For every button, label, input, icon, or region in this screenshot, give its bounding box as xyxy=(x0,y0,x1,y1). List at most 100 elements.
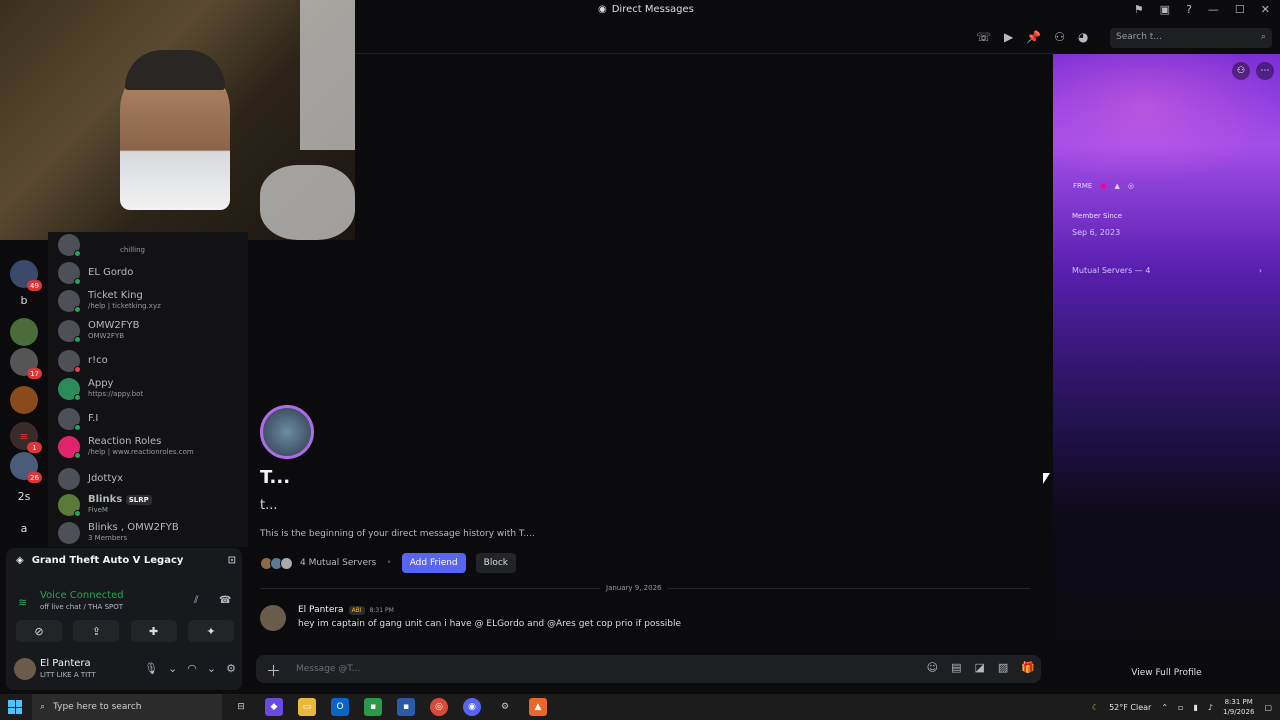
server-icon[interactable]: a xyxy=(10,514,38,542)
dm-list-item[interactable]: Ticket King/help | ticketking.xyz xyxy=(58,290,243,320)
mutual-server-avatars xyxy=(260,556,293,570)
chevron-down-icon[interactable]: ⌄ xyxy=(168,662,177,675)
member-since-label: Member Since xyxy=(1072,212,1122,220)
gift-icon[interactable]: 🎁 xyxy=(1021,661,1035,674)
notification-icon[interactable]: ▢ xyxy=(1264,703,1272,712)
dm-list-item[interactable]: Appy https://appy.bot xyxy=(58,378,243,408)
headset-icon[interactable]: ◠ xyxy=(187,662,197,675)
view-full-profile-button[interactable]: View Full Profile xyxy=(1053,668,1280,678)
sticker-icon[interactable]: ◪ xyxy=(974,661,984,674)
server-icon[interactable]: 17 xyxy=(10,348,42,379)
torn-paper-decoration xyxy=(300,0,355,150)
user-profile-icon[interactable]: ◕ xyxy=(1078,30,1088,44)
inbox-icon[interactable]: ▣ xyxy=(1160,3,1170,16)
chrome-icon[interactable]: ◎ xyxy=(430,698,448,716)
add-friend-icon[interactable]: ⚇ xyxy=(1054,30,1065,44)
screen-share-button[interactable]: ⇪ xyxy=(73,620,120,642)
task-view-icon[interactable]: ⊟ xyxy=(232,698,250,716)
mouse-cursor xyxy=(1043,473,1050,484)
badge-icon[interactable]: ▲ xyxy=(1114,182,1119,190)
minimize-button[interactable]: — xyxy=(1208,3,1219,16)
camera-button[interactable]: ⊘ xyxy=(16,620,62,642)
network-icon[interactable]: ▮ xyxy=(1193,703,1197,712)
gif-icon[interactable]: ▤ xyxy=(951,661,961,674)
emoji-icon[interactable]: ☺ xyxy=(927,661,938,674)
discord-icon[interactable]: ◉ xyxy=(463,698,481,716)
avatar[interactable] xyxy=(260,605,286,631)
message-input[interactable] xyxy=(296,661,856,677)
message-header: El Pantera ABI 8:31 PM xyxy=(298,605,394,615)
image-icon[interactable]: ▨ xyxy=(998,661,1008,674)
server-icon[interactable]: 2s xyxy=(10,482,38,510)
badge-icon[interactable]: ◎ xyxy=(1128,182,1134,190)
dm-list-item[interactable]: F.I xyxy=(58,408,243,438)
signal-icon: ≋ xyxy=(18,596,28,609)
mic-icon[interactable]: 🎙 xyxy=(144,662,158,675)
volume-icon[interactable]: ♪ xyxy=(1208,703,1213,712)
game-icon: ◈ xyxy=(16,555,24,566)
outlook-icon[interactable]: O xyxy=(331,698,349,716)
clock[interactable]: 8:31 PM 1/9/2026 xyxy=(1223,697,1254,717)
dm-list-item[interactable]: Blinks SLRP FiveM xyxy=(58,494,243,524)
pin-icon[interactable]: 📌 xyxy=(1026,30,1041,44)
chevron-up-icon[interactable]: ⌃ xyxy=(1161,703,1168,712)
status-indicator xyxy=(74,250,81,257)
file-explorer-icon[interactable]: ▭ xyxy=(298,698,316,716)
video-call-icon[interactable]: ▶ xyxy=(1004,30,1013,44)
add-friend-icon[interactable]: ⚇ xyxy=(1232,62,1250,80)
game-controller-icon[interactable]: ⊡ xyxy=(228,555,236,566)
disconnect-icon[interactable]: ☎ xyxy=(219,595,231,606)
flag-icon[interactable]: ⚑ xyxy=(1134,3,1144,16)
noise-suppression-icon[interactable]: ⫽ xyxy=(194,595,198,606)
close-button[interactable]: ✕ xyxy=(1261,3,1270,16)
server-list: 49 b 17 ≡ 1 26 2s a xyxy=(0,240,48,545)
badge-icon[interactable]: ● xyxy=(1100,182,1106,190)
message-author[interactable]: El Pantera xyxy=(298,605,344,615)
dm-list-item[interactable]: OMW2FYB OMW2FYB xyxy=(58,320,243,350)
tray-icon[interactable]: ▫ xyxy=(1178,703,1183,712)
voice-status[interactable]: Voice Connected xyxy=(40,590,124,601)
chevron-right-icon: › xyxy=(1258,266,1262,275)
dm-list-item[interactable]: r!co xyxy=(58,350,243,380)
status-indicator xyxy=(74,452,81,459)
server-icon[interactable] xyxy=(10,386,38,414)
settings-icon[interactable]: ⚙ xyxy=(496,698,514,716)
copilot-icon[interactable]: ◆ xyxy=(265,698,283,716)
chevron-down-icon[interactable]: ⌄ xyxy=(207,662,216,675)
plus-icon[interactable]: ＋ xyxy=(266,660,281,681)
app-icon[interactable]: ▪ xyxy=(397,698,415,716)
more-icon[interactable]: ⋯ xyxy=(1256,62,1274,80)
mutual-servers-row[interactable]: Mutual Servers — 4 › xyxy=(1072,266,1262,275)
dm-list-item[interactable]: Reaction Roles/help | www.reactionroles.… xyxy=(58,436,243,466)
message-composer: ＋ ☺ ▤ ◪ ▨ 🎁 xyxy=(256,655,1041,683)
start-button[interactable] xyxy=(8,700,22,714)
voice-channel[interactable]: off live chat / THA SPOT xyxy=(40,603,123,611)
user-panel[interactable]: El Pantera LITT LIKE A TITT 🎙 ⌄ ◠ ⌄ ⚙ xyxy=(14,656,236,684)
dm-avatar[interactable] xyxy=(260,405,314,459)
maximize-button[interactable]: ☐ xyxy=(1235,3,1245,16)
server-icon[interactable]: 49 xyxy=(10,260,42,291)
server-icon[interactable]: ≡ 1 xyxy=(10,422,42,453)
profile-panel: ⚇ ⋯ FRME ● ▲ ◎ Member Since Sep 6, 2023 … xyxy=(1053,54,1280,666)
app-icon[interactable]: ▪ xyxy=(364,698,382,716)
dm-list-item[interactable]: EL Gordo xyxy=(58,262,243,292)
add-friend-button[interactable]: Add Friend xyxy=(401,553,466,573)
message-time: 8:31 PM xyxy=(369,606,394,614)
help-icon[interactable]: ? xyxy=(1186,3,1192,16)
weather-icon[interactable]: ☾ xyxy=(1092,703,1099,712)
dm-list-item[interactable]: chilling xyxy=(58,234,243,264)
weather-text[interactable]: 52°F Clear xyxy=(1109,703,1151,712)
server-icon[interactable] xyxy=(10,318,38,346)
server-icon[interactable]: b xyxy=(10,286,38,314)
app-icon[interactable]: ▲ xyxy=(529,698,547,716)
mutual-servers-link[interactable]: 4 Mutual Servers xyxy=(300,558,376,568)
gear-icon[interactable]: ⚙ xyxy=(226,662,236,675)
search-input[interactable]: Search t... ⌕ xyxy=(1110,28,1272,48)
activity-button[interactable]: ✚ xyxy=(130,620,177,642)
soundboard-button[interactable]: ✦ xyxy=(187,620,234,642)
taskbar-search[interactable]: ⌕ Type here to search xyxy=(32,694,222,720)
block-button[interactable]: Block xyxy=(475,553,516,573)
status-indicator xyxy=(74,336,81,343)
voice-call-icon[interactable]: ☏ xyxy=(976,30,991,44)
server-icon[interactable]: 26 xyxy=(10,452,42,483)
